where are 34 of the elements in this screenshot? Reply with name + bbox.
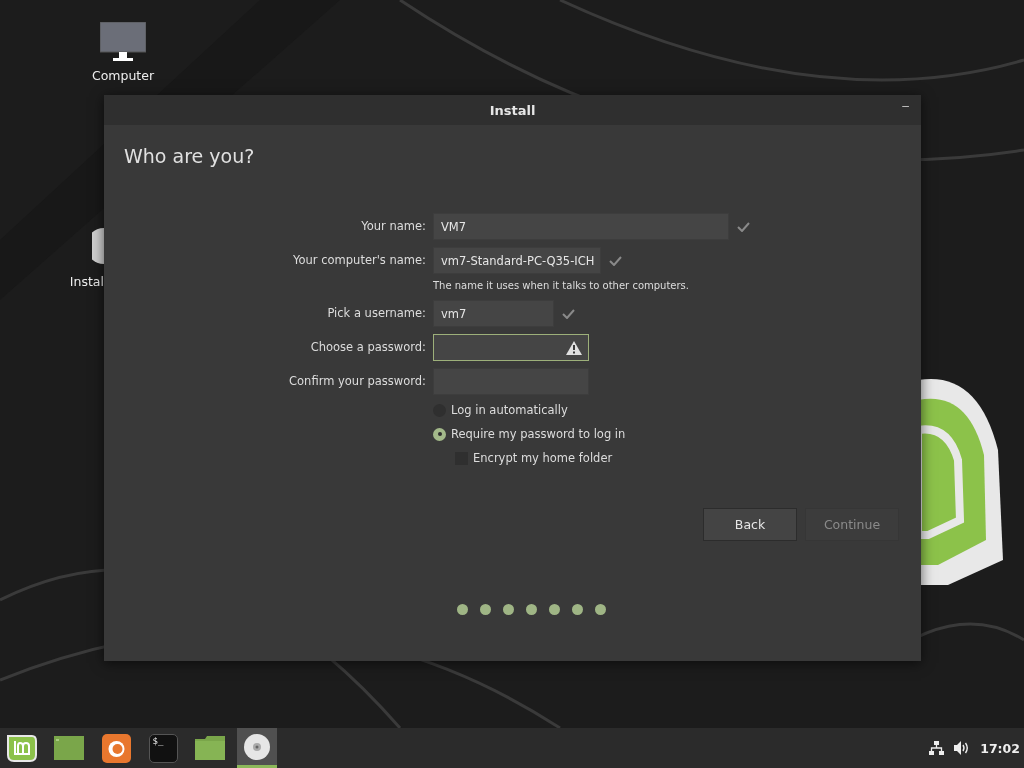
checkmark-icon [562,308,575,319]
text-field[interactable] [433,334,589,361]
page-heading: Who are you? [124,145,256,169]
checkbox-option[interactable]: Encrypt my home folder [455,450,899,466]
text-field[interactable]: vm7-Standard-PC-Q35-ICH [433,247,602,274]
checkmark-icon [609,255,623,266]
checkmark-icon [737,221,750,232]
option-label[interactable]: Log in automatically [451,403,568,417]
network-icon[interactable] [929,741,945,755]
desktop-icon-label[interactable]: Instal [69,274,104,289]
desktop-icon-label[interactable]: Computer [91,68,155,83]
radio-option[interactable]: Require my password to log in [433,426,899,442]
monitor-icon[interactable] [100,22,146,62]
field-label: Your name: [360,218,426,235]
field-label: Pick a username: [326,305,426,322]
warning-icon [566,340,582,355]
folder-icon[interactable] [195,736,225,760]
minimize-button[interactable]: – [898,99,913,113]
disc-icon[interactable] [244,733,270,760]
option-label[interactable]: Require my password to log in [451,427,626,441]
window-title: Install [489,102,536,118]
hint-text: The name it uses when it talks to other computers. [433,280,690,291]
field-label: Choose a password: [309,339,426,356]
clock[interactable]: 17:02 [980,740,1020,756]
radio-button[interactable] [433,427,446,441]
radio-option[interactable]: Log in automatically [433,402,899,418]
back-button[interactable]: Back [703,508,797,541]
field-label: Your computer's name: [292,252,426,269]
taskbar-slot[interactable] [237,728,277,768]
field-label: Confirm your password: [288,373,426,390]
volume-icon[interactable] [954,741,971,755]
text-field[interactable]: vm7 [433,300,554,327]
text-field[interactable]: VM7 [433,213,729,240]
option-label[interactable]: Encrypt my home folder [473,451,613,465]
